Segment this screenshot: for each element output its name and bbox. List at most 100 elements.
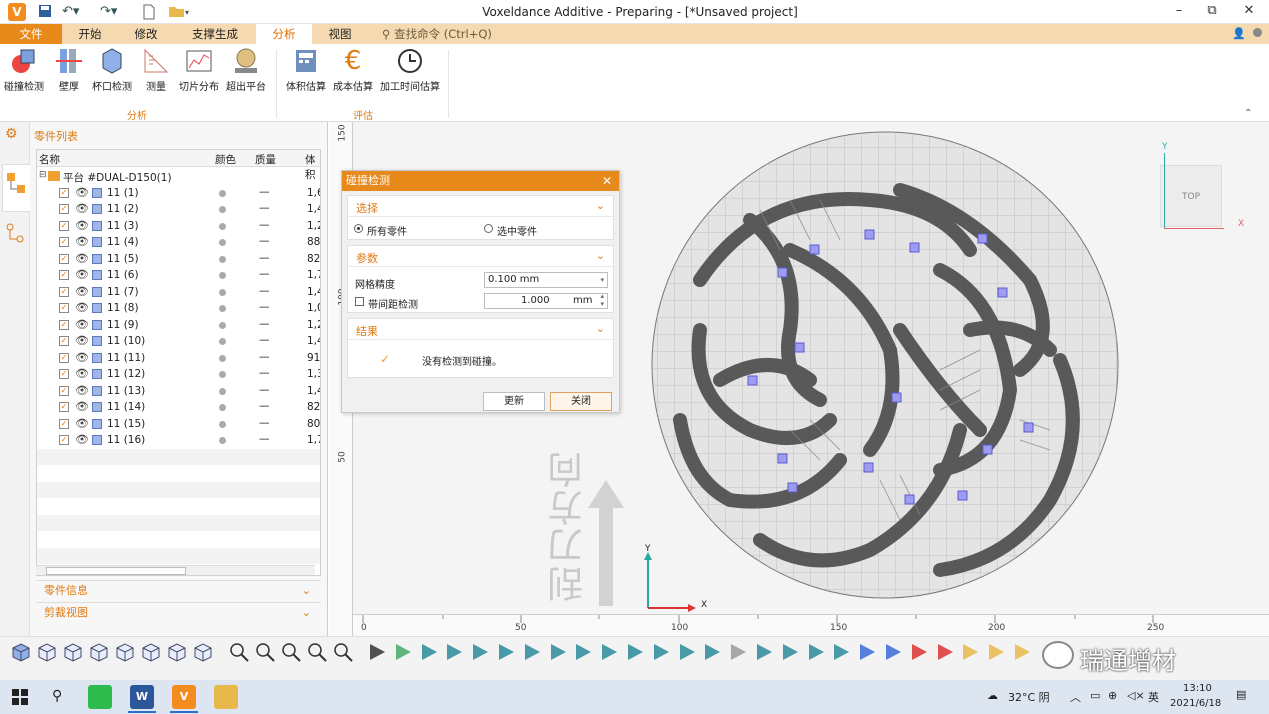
part-row[interactable]: ✓ 👁 11 (15) — 802 <box>37 416 320 433</box>
part-row[interactable]: ✓ 👁 11 (10) — 1,4 <box>37 333 320 350</box>
part-row[interactable]: ✓ 👁 11 (13) — 1,4 <box>37 383 320 400</box>
dialog-close-button[interactable]: ✕ <box>602 171 612 191</box>
part-color-swatch[interactable] <box>219 387 226 395</box>
weather-icon[interactable]: ☁ <box>987 689 998 702</box>
collision-check-button[interactable]: 碰撞检测 <box>4 46 44 93</box>
visibility-checkbox[interactable]: ✓ <box>59 220 69 231</box>
support-tool-icon[interactable] <box>908 641 930 663</box>
word-app-icon[interactable]: W <box>130 685 154 709</box>
params-header[interactable]: 参数 <box>356 250 378 266</box>
eye-icon[interactable]: 👁 <box>75 301 89 314</box>
chevron-down-icon[interactable]: ⌄ <box>596 322 605 335</box>
menu-view[interactable]: 视图 <box>312 24 368 44</box>
settings-gear-icon[interactable]: ⚙ <box>5 126 18 142</box>
eye-icon[interactable]: 👁 <box>75 252 89 265</box>
file-explorer-icon[interactable] <box>214 685 238 709</box>
tray-expand-icon[interactable]: ︿ <box>1070 689 1081 705</box>
eye-icon[interactable]: 👁 <box>75 334 89 347</box>
input-language[interactable]: 英 <box>1148 689 1159 705</box>
visibility-checkbox[interactable]: ✓ <box>59 352 69 363</box>
part-color-swatch[interactable] <box>219 371 226 378</box>
eye-icon[interactable]: 👁 <box>75 202 89 215</box>
eye-icon[interactable]: 👁 <box>75 384 89 397</box>
support-tool-icon[interactable] <box>676 641 698 663</box>
support-tool-icon[interactable] <box>547 641 569 663</box>
support-tool-icon[interactable] <box>985 641 1007 663</box>
support-tool-icon[interactable] <box>366 641 388 663</box>
part-color-swatch[interactable] <box>219 321 226 329</box>
support-tool-icon[interactable] <box>572 641 594 663</box>
visibility-checkbox[interactable]: ✓ <box>59 385 69 396</box>
view-iso-icon[interactable] <box>10 641 32 663</box>
search-icon[interactable]: ⚲ <box>52 688 62 704</box>
support-tool-icon[interactable] <box>495 641 517 663</box>
support-tool-icon[interactable] <box>418 641 440 663</box>
chevron-down-icon[interactable]: ⌄ <box>596 199 605 212</box>
part-row[interactable]: ✓ 👁 11 (2) — 1,4 <box>37 201 320 218</box>
windows-start-icon[interactable] <box>12 689 28 705</box>
eye-icon[interactable]: 👁 <box>75 285 89 298</box>
clock-time[interactable]: 13:10 <box>1183 683 1212 694</box>
gap-stepper[interactable]: 1.000 mm ▴ ▾ <box>484 292 608 309</box>
visibility-checkbox[interactable]: ✓ <box>59 237 69 247</box>
part-color-swatch[interactable] <box>219 189 226 197</box>
part-color-swatch[interactable] <box>219 404 226 411</box>
part-row[interactable]: ✓ 👁 11 (7) — 1,4 <box>37 284 320 301</box>
menu-support[interactable]: 支撑生成 <box>174 24 256 44</box>
slice-distribution-button[interactable]: 切片分布 <box>176 46 222 93</box>
view-top-icon[interactable] <box>140 641 162 663</box>
network-icon[interactable]: ⊕ <box>1108 689 1117 702</box>
zoom-out-icon[interactable] <box>332 641 354 663</box>
visibility-checkbox[interactable]: ✓ <box>59 187 69 198</box>
part-color-swatch[interactable] <box>219 239 226 246</box>
support-tool-icon[interactable] <box>779 641 801 663</box>
volume-estimate-button[interactable]: 体积估算 <box>284 46 328 93</box>
parts-list-tab[interactable] <box>2 164 30 212</box>
col-mass[interactable]: 质量 <box>255 152 276 167</box>
support-tool-icon[interactable] <box>882 641 904 663</box>
weather-text[interactable]: 32°C 阴 <box>1008 689 1050 705</box>
zoom-in-icon[interactable] <box>306 641 328 663</box>
cost-estimate-button[interactable]: € 成本估算 <box>330 46 376 93</box>
visibility-checkbox[interactable]: ✓ <box>59 336 69 346</box>
menu-start[interactable]: 开始 <box>62 24 118 44</box>
support-tool-icon[interactable] <box>521 641 543 663</box>
visibility-checkbox[interactable]: ✓ <box>59 286 69 297</box>
battery-icon[interactable]: ▭ <box>1090 689 1100 702</box>
support-tool-icon[interactable] <box>959 641 981 663</box>
support-tool-icon[interactable] <box>598 641 620 663</box>
cup-check-button[interactable]: 杯口检测 <box>90 46 134 93</box>
scrollbar-thumb[interactable] <box>46 567 186 575</box>
part-row[interactable]: ✓ 👁 11 (1) — 1,6 <box>37 185 320 202</box>
zoom-window-icon[interactable] <box>254 641 276 663</box>
eye-icon[interactable]: 👁 <box>75 235 89 248</box>
part-row[interactable]: ✓ 👁 11 (3) — 1,2 <box>37 218 320 235</box>
support-tool-icon[interactable] <box>701 641 723 663</box>
support-tool-icon[interactable] <box>727 641 749 663</box>
undo-icon[interactable]: ↶▾ <box>62 4 79 19</box>
part-row[interactable]: ✓ 👁 11 (6) — 1,7 <box>37 267 320 284</box>
part-color-swatch[interactable] <box>219 305 226 312</box>
menu-analysis[interactable]: 分析 <box>256 24 312 44</box>
radio-all-parts[interactable] <box>354 224 363 233</box>
pan-icon[interactable] <box>228 641 250 663</box>
measure-button[interactable]: 测量 <box>140 46 172 93</box>
part-row[interactable]: ✓ 👁 11 (4) — 888 <box>37 234 320 251</box>
collapse-icon[interactable]: ⊟ <box>39 170 47 180</box>
view-cube-icon[interactable] <box>192 641 214 663</box>
eye-icon[interactable]: 👁 <box>75 268 89 281</box>
view-bottom-icon[interactable] <box>166 641 188 663</box>
part-color-swatch[interactable] <box>219 338 226 345</box>
support-tool-icon[interactable] <box>392 641 414 663</box>
eye-icon[interactable]: 👁 <box>75 318 89 331</box>
col-color[interactable]: 颜色 <box>215 152 236 167</box>
new-file-icon[interactable] <box>142 4 156 24</box>
notification-icon[interactable]: ▤ <box>1236 688 1246 701</box>
col-name[interactable]: 名称 <box>39 152 60 167</box>
select-header[interactable]: 选择 <box>356 200 378 216</box>
eye-icon[interactable]: 👁 <box>75 400 89 413</box>
part-row[interactable]: ✓ 👁 11 (8) — 1,0 <box>37 300 320 317</box>
visibility-checkbox[interactable]: ✓ <box>59 319 69 330</box>
result-header[interactable]: 结果 <box>356 323 378 339</box>
visibility-checkbox[interactable]: ✓ <box>59 402 69 412</box>
